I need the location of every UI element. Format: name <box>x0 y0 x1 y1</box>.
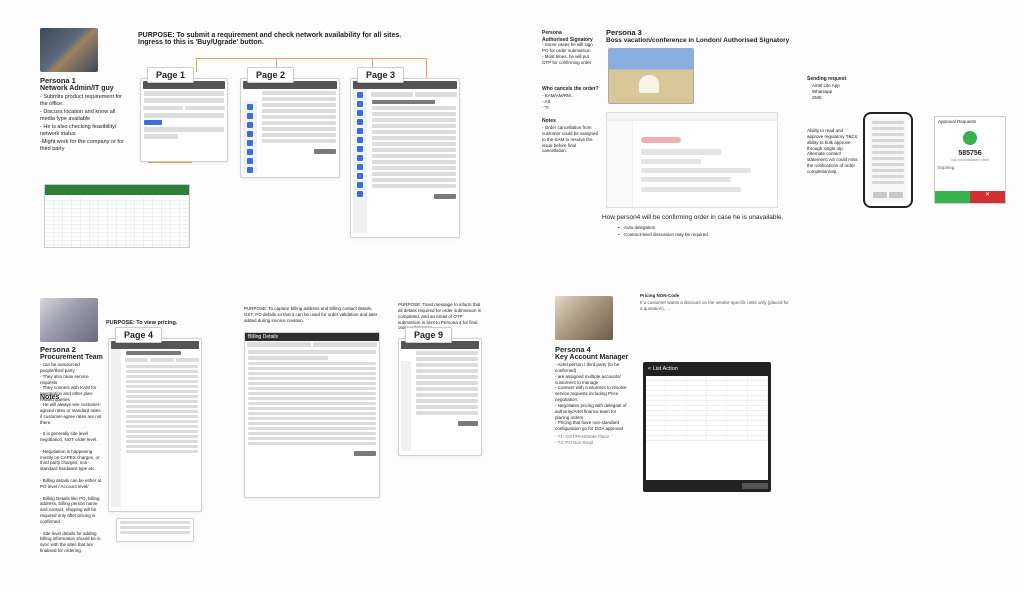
persona2-notes-h: Notes <box>40 393 59 402</box>
pricing-h: Pricing NON-Code <box>640 293 679 299</box>
persona2-role: Procurement Team <box>40 354 103 361</box>
cancel-h: Who cancels the order? <box>542 86 599 93</box>
page9-tag: Page 9 <box>405 327 452 343</box>
purpose-1: PURPOSE: To submit a requirement and che… <box>138 32 401 46</box>
confirm-list: Auto delegation Contract-level discussio… <box>618 224 758 239</box>
persona1-body: - Submits product requirement for the of… <box>40 94 126 153</box>
persona3-sub: Boss vacation/conference in London/ Auth… <box>606 37 789 44</box>
persona-as-b: - Some cases he will sign PO for order s… <box>542 42 598 65</box>
cancel-b: - KAM/AM/RM.. - AS - TI <box>542 93 598 111</box>
send-h: Sending request <box>807 76 846 83</box>
persona2-title: Persona 2 <box>40 345 76 354</box>
page4-tag: Page 4 <box>115 327 162 343</box>
wireframe-billing: Billing Details <box>244 332 380 498</box>
ability-text: Ability to read and approve regulatory T… <box>807 128 859 175</box>
persona2-photo <box>40 298 98 342</box>
persona4-body: - Airtel person / third party (to be con… <box>555 362 631 432</box>
wireframe-page9: Page 9 <box>398 338 482 456</box>
persona3-title: Persona 3 <box>606 28 642 37</box>
wireframe-page1: Page 1 <box>140 78 228 162</box>
pricing-b: If a customer wants a discount on the ve… <box>640 300 790 312</box>
approval-app-mock: Approval Requests 585756 via consolidate… <box>934 116 1006 204</box>
confirm-q: How person4 will be confirming order in … <box>602 214 783 221</box>
billing-hdr: Billing Details <box>245 333 379 341</box>
wireframe-page4b <box>116 518 194 542</box>
wireframe-page3: Page 3 <box>350 78 460 238</box>
page1-tag: Page 1 <box>147 67 194 83</box>
persona3-photo <box>608 48 694 104</box>
persona4-title: Persona 4 <box>555 345 591 354</box>
page2-tag: Page 2 <box>247 67 294 83</box>
phone-mock <box>863 112 913 208</box>
notes3-h: Notes <box>542 118 556 125</box>
spreadsheet-mock <box>44 184 190 248</box>
notes3-b: - Order cancellation from customer could… <box>542 125 600 154</box>
persona1-photo <box>40 28 98 72</box>
persona1-title: Persona 1 <box>40 76 76 85</box>
send-b: Airtel Lite App Whatsapp SMS <box>812 83 840 101</box>
list-action-mock: < List Action <box>643 362 771 492</box>
persona2-notes: - He will always see customer-agreed rat… <box>40 402 102 554</box>
persona4-photo <box>555 296 613 340</box>
persona1-role: Network Admin/IT guy <box>40 85 114 92</box>
wireframe-page4: Page 4 <box>108 338 202 512</box>
email-mock <box>606 112 778 208</box>
wireframe-page2: Page 2 <box>240 78 340 178</box>
purpose-billing: PURPOSE: To capture billing address and … <box>244 306 378 324</box>
page3-tag: Page 3 <box>357 67 404 83</box>
persona4-role: Key Account Manager <box>555 354 628 361</box>
